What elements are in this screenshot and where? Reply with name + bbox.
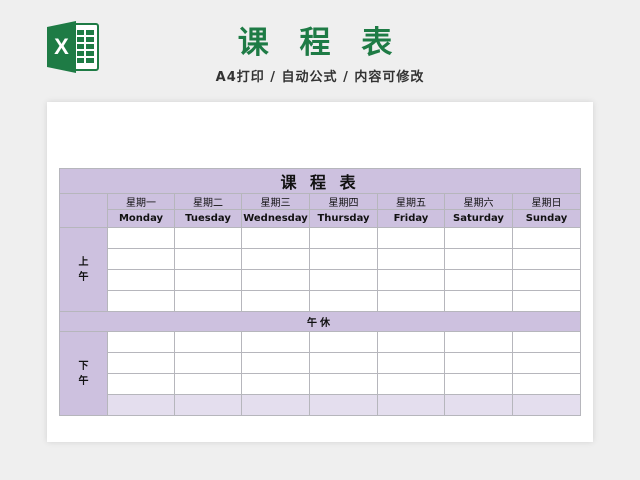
table-row <box>60 394 582 416</box>
schedule-cell[interactable] <box>377 352 445 374</box>
schedule-cell[interactable] <box>309 331 378 353</box>
weekday-en-header: Sunday <box>511 209 582 228</box>
schedule-cell[interactable] <box>309 248 378 270</box>
schedule-cell[interactable] <box>174 269 242 291</box>
period-label-text: 下午 <box>78 360 89 387</box>
weekday-cn-header: 星期五 <box>377 193 445 210</box>
schedule-cell[interactable] <box>511 352 582 374</box>
weekday-en-header: Thursday <box>309 209 378 228</box>
weekday-cn-header: 星期日 <box>511 193 582 210</box>
schedule-cell[interactable] <box>309 227 378 249</box>
weekday-cn-header: 星期三 <box>241 193 310 210</box>
schedule-cell[interactable] <box>511 227 582 249</box>
table-row: 下午 <box>59 331 582 416</box>
schedule-cell[interactable] <box>511 394 582 416</box>
schedule-cell[interactable] <box>309 373 378 395</box>
schedule-cell[interactable] <box>511 373 582 395</box>
schedule-cell[interactable] <box>511 331 582 353</box>
table-row <box>60 290 582 312</box>
weekday-en-header: Tuesday <box>174 209 242 228</box>
morning-label: 上午 <box>59 227 108 312</box>
schedule-cell[interactable] <box>309 269 378 291</box>
schedule-cell[interactable] <box>107 290 175 312</box>
schedule-cell[interactable] <box>174 373 242 395</box>
table-row <box>60 248 582 270</box>
weekday-cn-header: 星期二 <box>174 193 242 210</box>
schedule-cell[interactable] <box>241 352 310 374</box>
weekday-cn-header: 星期四 <box>309 193 378 210</box>
schedule-cell[interactable] <box>444 269 513 291</box>
table-row <box>60 352 582 374</box>
schedule-cell[interactable] <box>444 227 513 249</box>
schedule-cell[interactable] <box>174 290 242 312</box>
schedule-cell[interactable] <box>107 248 175 270</box>
schedule-cell[interactable] <box>241 227 310 249</box>
spreadsheet-preview: 课 程 表星期一 星期二 星期三 星期四 星期五 星期六 星期日 Monday Tuesday W… <box>47 102 593 442</box>
schedule-cell[interactable] <box>241 331 310 353</box>
schedule-cell[interactable] <box>309 290 378 312</box>
weekday-en-header: Monday <box>107 209 175 228</box>
page-subtitle: A4打印 / 自动公式 / 内容可修改 <box>215 70 425 85</box>
schedule-cell[interactable] <box>241 269 310 291</box>
weekday-en-row: Monday Tuesday Wednesday Thursday Friday Satu… <box>60 209 582 228</box>
schedule-cell[interactable] <box>107 269 175 291</box>
schedule-cell[interactable] <box>444 248 513 270</box>
lunch-break-row: 午休 <box>58 311 582 332</box>
weekday-cn-header: 星期六 <box>444 193 513 210</box>
schedule-cell[interactable] <box>241 373 310 395</box>
schedule-cell[interactable] <box>377 290 445 312</box>
schedule-cell[interactable] <box>174 227 242 249</box>
table-row: 上午 <box>59 227 582 312</box>
weekday-en-header: Saturday <box>444 209 513 228</box>
schedule-cell[interactable] <box>107 394 175 416</box>
schedule-cell[interactable] <box>174 352 242 374</box>
schedule-cell[interactable] <box>444 331 513 353</box>
schedule-cell[interactable] <box>511 290 582 312</box>
schedule-cell[interactable] <box>107 331 175 353</box>
schedule-cell[interactable] <box>241 248 310 270</box>
schedule-cell[interactable] <box>511 269 582 291</box>
period-label-text: 上午 <box>78 256 89 283</box>
schedule-cell[interactable] <box>377 394 445 416</box>
afternoon-label: 下午 <box>59 331 108 416</box>
weekday-en-header: Friday <box>377 209 445 228</box>
schedule-cell[interactable] <box>377 269 445 291</box>
schedule-cell[interactable] <box>377 373 445 395</box>
schedule-cell[interactable] <box>511 248 582 270</box>
table-row <box>60 373 582 395</box>
weekday-en-header: Wednesday <box>241 209 310 228</box>
schedule-cell[interactable] <box>444 394 513 416</box>
schedule-cell[interactable] <box>241 290 310 312</box>
lunch-break-label: 午休 <box>58 311 582 332</box>
schedule-cell[interactable] <box>377 227 445 249</box>
table-row <box>60 269 582 291</box>
schedule-cell[interactable] <box>377 331 445 353</box>
schedule-cell[interactable] <box>444 290 513 312</box>
schedule-cell[interactable] <box>174 394 242 416</box>
page-title: 课 程 表 <box>237 25 403 61</box>
schedule-cell[interactable] <box>444 352 513 374</box>
schedule-cell[interactable] <box>107 352 175 374</box>
table-title-row: 课 程 表 <box>58 168 582 194</box>
schedule-cell[interactable] <box>107 373 175 395</box>
schedule-cell[interactable] <box>241 394 310 416</box>
schedule-cell[interactable] <box>174 248 242 270</box>
table-title: 课 程 表 <box>58 168 582 194</box>
schedule-cell[interactable] <box>444 373 513 395</box>
schedule-cell[interactable] <box>377 248 445 270</box>
schedule-cell[interactable] <box>107 227 175 249</box>
schedule-cell[interactable] <box>174 331 242 353</box>
weekday-cn-header: 星期一 <box>107 193 175 210</box>
weekday-cn-row: 星期一 星期二 星期三 星期四 星期五 星期六 星期日 <box>59 193 582 228</box>
schedule-cell[interactable] <box>309 352 378 374</box>
corner-cell <box>59 193 108 228</box>
schedule-cell[interactable] <box>309 394 378 416</box>
schedule-table: 课 程 表星期一 星期二 星期三 星期四 星期五 星期六 星期日 Monday Tuesday W… <box>58 168 582 416</box>
